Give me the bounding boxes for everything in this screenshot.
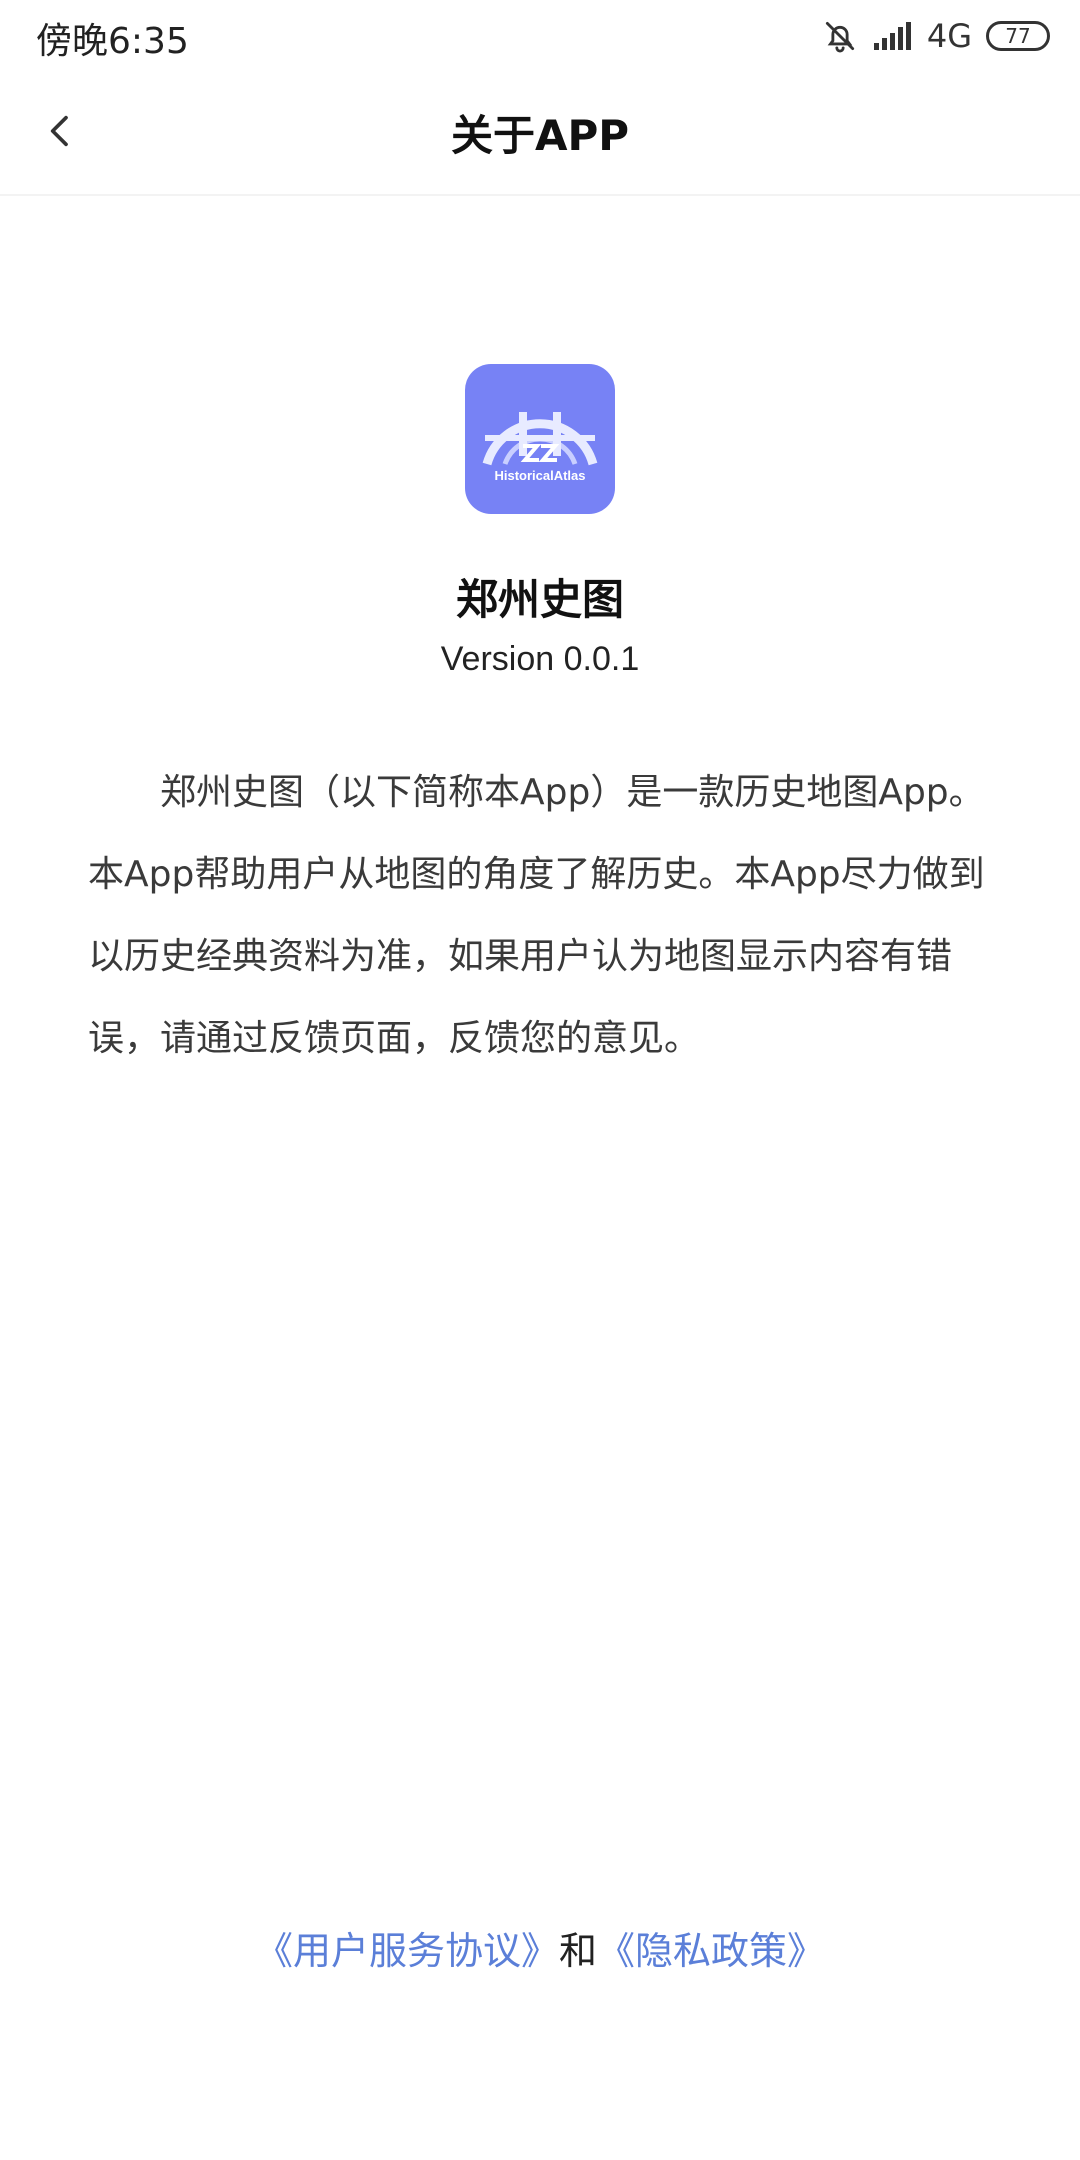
app-version: Version 0.0.1 <box>440 640 640 678</box>
logo-caption: HistoricalAtlas <box>494 468 586 483</box>
privacy-link[interactable]: 《隐私政策》 <box>597 1929 825 1973</box>
app-bar: 关于APP <box>0 72 1080 196</box>
signal-icon <box>873 21 913 51</box>
footer-links: 《用户服务协议》和《隐私政策》 <box>0 1920 1080 1975</box>
page-title: 关于APP <box>450 111 630 160</box>
status-icons: 4G 77 <box>821 12 1050 60</box>
terms-link[interactable]: 《用户服务协议》 <box>255 1929 559 1973</box>
network-type: 4G <box>926 17 972 55</box>
battery-level: 77 <box>1005 24 1031 48</box>
status-bar: 傍晚6:35 4G 77 <box>0 0 1080 72</box>
app-description: 郑州史图（以下简称本App）是一款历史地图App。本App帮助用户从地图的角度了… <box>88 772 985 1059</box>
app-name: 郑州史图 <box>455 575 624 624</box>
app-logo: HistoricalAtlas <box>465 364 615 514</box>
conjunction-text: 和 <box>558 1929 597 1973</box>
battery-icon: 77 <box>986 21 1050 51</box>
status-time: 傍晚6:35 <box>36 21 189 62</box>
bell-muted-icon <box>821 17 859 55</box>
about-screen: 傍晚6:35 4G 77 关于APP HistoricalAtlas 郑州史图 … <box>0 0 1080 2160</box>
globe-logo-icon <box>482 412 598 466</box>
